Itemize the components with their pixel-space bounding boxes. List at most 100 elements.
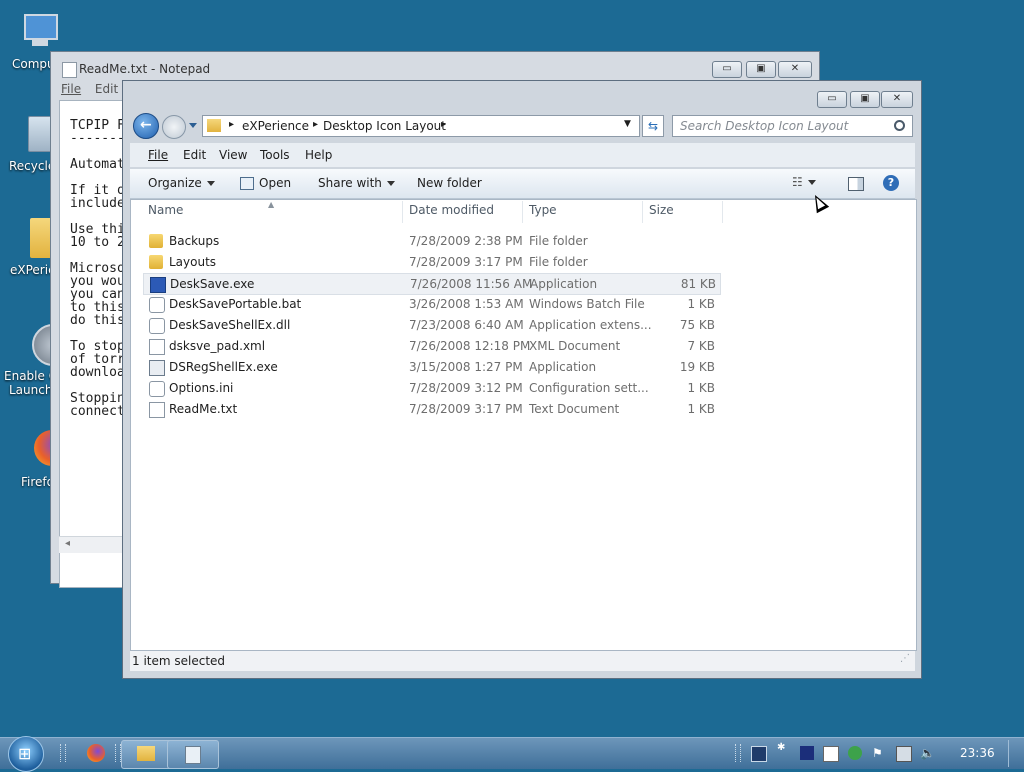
file-size: 1 KB xyxy=(687,381,715,395)
document-tray-icon[interactable] xyxy=(823,746,839,762)
resize-grip-icon[interactable]: ⋰ xyxy=(900,653,910,664)
close-button[interactable]: ✕ xyxy=(778,61,812,78)
taskbar: ⊞ ✱ ⚑ 🔈 23:36 xyxy=(0,736,1024,772)
network-tray-icon[interactable] xyxy=(896,746,912,762)
arrow-left-icon: ← xyxy=(140,117,152,133)
recent-pages-dropdown-icon[interactable] xyxy=(189,123,197,128)
search-icon[interactable] xyxy=(894,120,905,131)
bluetooth-tray-icon[interactable]: ✱ xyxy=(777,742,791,756)
column-header-type[interactable]: Type xyxy=(529,203,557,217)
file-date: 7/26/2008 12:18 PM xyxy=(409,339,531,353)
column-header-date[interactable]: Date modified xyxy=(409,203,494,217)
dll-file-icon xyxy=(149,318,165,334)
view-list-icon: ☷ xyxy=(792,175,803,189)
column-separator[interactable] xyxy=(722,201,723,223)
close-button[interactable]: ✕ xyxy=(881,91,913,108)
file-type: Text Document xyxy=(529,402,620,416)
notepad-icon xyxy=(62,62,77,78)
windows-logo-icon: ⊞ xyxy=(18,744,32,763)
file-name: Backups xyxy=(169,234,220,248)
volume-muted-icon[interactable]: 🔈 xyxy=(920,746,935,760)
flag-tray-icon[interactable] xyxy=(800,746,814,760)
file-row-backups[interactable]: Backups 7/28/2009 2:38 PM File folder xyxy=(143,231,719,251)
minimize-button[interactable]: ▭ xyxy=(817,91,847,108)
tray-handle[interactable] xyxy=(735,744,741,762)
scroll-left-arrow-icon[interactable]: ◂ xyxy=(65,538,70,549)
monitor-tray-icon[interactable] xyxy=(751,746,767,762)
folder-icon xyxy=(149,255,163,269)
file-row-desksave-exe[interactable]: DeskSave.exe 7/26/2008 11:56 AM Applicat… xyxy=(143,273,721,295)
forward-button[interactable] xyxy=(162,115,186,139)
show-desktop-button[interactable] xyxy=(1008,740,1023,767)
file-row-layouts[interactable]: Layouts 7/28/2009 3:17 PM File folder xyxy=(143,252,719,272)
column-separator[interactable] xyxy=(522,201,523,223)
explorer-window[interactable]: ▭ ▣ ✕ ← ▸ eXPerience ▸ Desktop Icon Layo… xyxy=(122,80,922,679)
new-folder-button[interactable]: New folder xyxy=(417,176,482,190)
file-date: 7/28/2009 2:38 PM xyxy=(409,234,523,248)
xml-file-icon xyxy=(149,339,165,355)
file-type: XML Document xyxy=(529,339,621,353)
file-size: 81 KB xyxy=(680,277,716,291)
organize-label: Organize xyxy=(148,176,202,190)
column-separator[interactable] xyxy=(402,201,403,223)
breadcrumb-desktop-icon-layout[interactable]: Desktop Icon Layout xyxy=(323,119,446,133)
menu-help[interactable]: Help xyxy=(305,148,332,162)
security-tray-icon[interactable] xyxy=(848,746,862,760)
text-line: Automat xyxy=(70,157,125,172)
file-row-desksaveportable-bat[interactable]: DeskSavePortable.bat 3/26/2008 1:53 AM W… xyxy=(143,294,719,314)
status-text: 1 item selected xyxy=(132,654,226,668)
refresh-icon: ⇆ xyxy=(647,119,659,133)
menu-tools[interactable]: Tools xyxy=(260,148,290,162)
file-row-options-ini[interactable]: Options.ini 7/28/2009 3:12 PM Configurat… xyxy=(143,378,719,398)
breadcrumb-experience[interactable]: eXPerience xyxy=(242,119,309,133)
help-icon[interactable]: ? xyxy=(883,175,899,191)
file-name: DSRegShellEx.exe xyxy=(169,360,278,374)
taskbar-explorer-button[interactable] xyxy=(121,740,173,769)
menu-view[interactable]: View xyxy=(219,148,247,162)
maximize-button[interactable]: ▣ xyxy=(850,91,880,108)
column-separator[interactable] xyxy=(642,201,643,223)
back-button[interactable]: ← xyxy=(133,113,159,139)
organize-button[interactable]: Organize xyxy=(148,176,215,190)
taskbar-notepad-button[interactable] xyxy=(167,740,219,769)
address-bar[interactable]: ▸ eXPerience ▸ Desktop Icon Layout ▸ ▼ xyxy=(202,115,640,137)
file-type: Application xyxy=(530,277,598,291)
search-input[interactable]: Search Desktop Icon Layout xyxy=(672,115,913,137)
new-folder-label: New folder xyxy=(417,176,482,190)
view-options-button[interactable]: ☷ xyxy=(792,175,816,189)
file-row-dsregshellex-exe[interactable]: DSRegShellEx.exe 3/15/2008 1:27 PM Appli… xyxy=(143,357,719,377)
column-header-size[interactable]: Size xyxy=(649,203,674,217)
column-header-name[interactable]: Name xyxy=(148,203,183,217)
file-row-readme-txt[interactable]: ReadMe.txt 7/28/2009 3:17 PM Text Docume… xyxy=(143,399,719,419)
file-row-desksaveshellex-dll[interactable]: DeskSaveShellEx.dll 7/23/2008 6:40 AM Ap… xyxy=(143,315,719,335)
menu-file[interactable]: File xyxy=(148,148,168,162)
menu-file[interactable]: File xyxy=(61,82,81,96)
preview-pane-icon[interactable] xyxy=(848,177,864,191)
explorer-menubar: File Edit View Tools Help xyxy=(130,143,915,167)
command-bar: Organize Open Share with New folder ☷ ? xyxy=(130,169,915,199)
share-with-button[interactable]: Share with xyxy=(318,176,395,190)
application-icon xyxy=(150,277,166,293)
start-button[interactable]: ⊞ xyxy=(8,736,44,772)
breadcrumb-separator-icon: ▸ xyxy=(313,119,319,130)
refresh-button[interactable]: ⇆ xyxy=(642,115,664,137)
quick-launch-handle[interactable] xyxy=(60,744,66,762)
action-center-flag-icon[interactable]: ⚑ xyxy=(872,746,886,760)
menu-edit[interactable]: Edit xyxy=(183,148,206,162)
file-type: File folder xyxy=(529,234,588,248)
menu-edit[interactable]: Edit xyxy=(95,82,118,96)
file-name: dsksve_pad.xml xyxy=(169,339,266,353)
breadcrumb-separator-icon: ▸ xyxy=(441,119,447,130)
maximize-button[interactable]: ▣ xyxy=(746,61,776,78)
address-dropdown-icon[interactable]: ▼ xyxy=(624,119,631,129)
firefox-taskbar-icon[interactable] xyxy=(87,744,105,762)
taskbar-clock[interactable]: 23:36 xyxy=(960,746,995,760)
open-button[interactable]: Open xyxy=(240,176,291,190)
file-row-dsksve-pad-xml[interactable]: dsksve_pad.xml 7/26/2008 12:18 PM XML Do… xyxy=(143,336,719,356)
folder-icon xyxy=(207,119,221,132)
file-size: 19 KB xyxy=(679,360,715,374)
search-placeholder: Search Desktop Icon Layout xyxy=(680,119,849,133)
notepad-icon xyxy=(185,746,201,764)
horizontal-scrollbar[interactable]: ◂ xyxy=(59,536,125,553)
minimize-button[interactable]: ▭ xyxy=(712,61,742,78)
